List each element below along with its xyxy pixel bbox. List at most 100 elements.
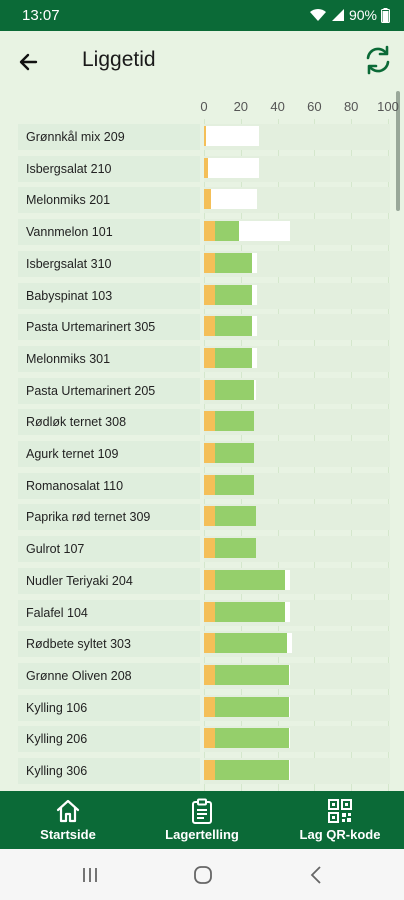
- bar-segment-2[interactable]: [215, 316, 252, 337]
- bar-segment-2[interactable]: [215, 633, 287, 654]
- bar-segment-2[interactable]: [215, 569, 285, 590]
- category-label: Nudler Teriyaki 204: [18, 567, 200, 594]
- bar-segment-2[interactable]: [215, 538, 256, 559]
- bar-segment-2[interactable]: [215, 221, 239, 242]
- bar-segment-1[interactable]: [204, 347, 216, 368]
- chart-row[interactable]: Melonmiks 301: [0, 344, 396, 374]
- bar-segment-2[interactable]: [215, 443, 254, 463]
- category-label: Melonmiks 301: [18, 345, 200, 372]
- chart-row[interactable]: Falafel 104: [0, 598, 396, 628]
- chart-row[interactable]: Paprika rød ternet 309: [0, 502, 396, 532]
- bar-segment-2[interactable]: [215, 664, 289, 685]
- bar-segment-1[interactable]: [204, 538, 216, 559]
- bar-segment-2[interactable]: [215, 506, 256, 527]
- bar-segment-1[interactable]: [204, 411, 216, 432]
- chart-row[interactable]: Rødbete syltet 303: [0, 629, 396, 659]
- chart-row[interactable]: Agurk ternet 109: [0, 439, 396, 469]
- bar-segment-1[interactable]: [204, 284, 216, 305]
- chart-row[interactable]: Gulrot 107: [0, 534, 396, 564]
- bar-segment-1[interactable]: [204, 664, 216, 685]
- chart-row[interactable]: Kylling 206: [0, 724, 396, 754]
- nav-lagertelling[interactable]: Lagertelling: [150, 791, 254, 849]
- chart-row[interactable]: Kylling 106: [0, 693, 396, 723]
- chart-row[interactable]: Babyspinat 103: [0, 281, 396, 311]
- bar-segment-3[interactable]: [238, 221, 291, 242]
- back-arrow-icon[interactable]: [14, 47, 44, 77]
- chart-row[interactable]: Kylling 306: [0, 756, 396, 786]
- bar-segment-3[interactable]: [288, 760, 291, 780]
- bar-segment-3[interactable]: [288, 664, 291, 685]
- bar-segment-1[interactable]: [204, 221, 216, 242]
- bar-segment-2[interactable]: [215, 347, 252, 368]
- bar-segment-2[interactable]: [215, 728, 289, 749]
- bar-segment-2[interactable]: [215, 760, 289, 780]
- chart-row[interactable]: Isbergsalat 210: [0, 154, 396, 184]
- bar-segment-1[interactable]: [204, 474, 216, 495]
- x-tick-label: 0: [200, 99, 208, 114]
- chart-row[interactable]: Rødløk ternet 308: [0, 407, 396, 437]
- bar-segment-1[interactable]: [204, 252, 216, 273]
- chart-row[interactable]: Vannmelon 101: [0, 217, 396, 247]
- bar-segment-1[interactable]: [204, 760, 216, 780]
- category-label: Vannmelon 101: [18, 219, 200, 246]
- category-label: Kylling 306: [18, 758, 200, 784]
- chart-row[interactable]: Nudler Teriyaki 204: [0, 566, 396, 596]
- bar-segment-3[interactable]: [205, 126, 260, 146]
- category-label: Romanosalat 110: [18, 472, 200, 499]
- page-title: Liggetid: [82, 48, 156, 71]
- nav-lag-qr-kode[interactable]: Lag QR-kode: [290, 791, 390, 849]
- bar-segment-2[interactable]: [215, 252, 252, 273]
- chart-row[interactable]: Grønnkål mix 209: [0, 122, 396, 152]
- bar-segment-1[interactable]: [204, 633, 216, 654]
- liggetid-chart[interactable]: 0 20 40 60 80 100 Grønnkål mix 209 Isbergsalat …: [0, 91, 404, 791]
- bar-segment-2[interactable]: [215, 601, 285, 622]
- bar-segment-3[interactable]: [251, 316, 258, 337]
- bar-segment-1[interactable]: [204, 189, 212, 210]
- bar-segment-1[interactable]: [204, 443, 216, 463]
- category-label: Isbergsalat 210: [18, 155, 200, 182]
- home-circle-icon[interactable]: [193, 865, 213, 885]
- category-label: Rødløk ternet 308: [18, 409, 200, 436]
- bar-segment-3[interactable]: [284, 601, 291, 622]
- bar-segment-1[interactable]: [204, 569, 216, 590]
- recent-apps-icon[interactable]: [80, 866, 100, 884]
- bar-segment-3[interactable]: [251, 284, 258, 305]
- bar-segment-3[interactable]: [251, 347, 258, 368]
- category-label: Falafel 104: [18, 599, 200, 626]
- nav-lag-qr-kode-label: Lag QR-kode: [299, 827, 381, 842]
- chart-row[interactable]: Melonmiks 201: [0, 185, 396, 215]
- category-label: Pasta Urtemarinert 305: [18, 314, 200, 341]
- category-label: Grønnkål mix 209: [18, 124, 200, 150]
- nav-startside[interactable]: Startside: [20, 791, 116, 849]
- bar-segment-2[interactable]: [215, 379, 254, 400]
- bar-segment-1[interactable]: [204, 601, 216, 622]
- bar-segment-2[interactable]: [215, 696, 289, 717]
- bar-segment-3[interactable]: [207, 157, 260, 178]
- category-label: Babyspinat 103: [18, 282, 200, 309]
- bar-segment-3[interactable]: [253, 379, 256, 400]
- category-label: Grønne Oliven 208: [18, 662, 200, 689]
- bar-segment-3[interactable]: [288, 728, 291, 749]
- bar-segment-1[interactable]: [204, 379, 216, 400]
- chart-row[interactable]: Pasta Urtemarinert 205: [0, 376, 396, 406]
- bar-segment-2[interactable]: [215, 474, 254, 495]
- chart-row[interactable]: Grønne Oliven 208: [0, 661, 396, 691]
- status-bar: 13:07 90%: [0, 0, 404, 31]
- bar-segment-3[interactable]: [284, 569, 291, 590]
- refresh-icon[interactable]: [362, 44, 394, 76]
- bar-segment-2[interactable]: [215, 411, 254, 432]
- chart-row[interactable]: Pasta Urtemarinert 305: [0, 312, 396, 342]
- bar-segment-3[interactable]: [288, 696, 291, 717]
- bar-segment-1[interactable]: [204, 506, 216, 527]
- category-label: Kylling 206: [18, 726, 200, 753]
- bar-segment-1[interactable]: [204, 728, 216, 749]
- bar-segment-3[interactable]: [286, 633, 293, 654]
- bar-segment-3[interactable]: [211, 189, 258, 210]
- bar-segment-1[interactable]: [204, 316, 216, 337]
- system-back-icon[interactable]: [308, 865, 324, 885]
- bar-segment-1[interactable]: [204, 696, 216, 717]
- chart-row[interactable]: Romanosalat 110: [0, 471, 396, 501]
- chart-row[interactable]: Isbergsalat 310: [0, 249, 396, 279]
- bar-segment-2[interactable]: [215, 284, 252, 305]
- bar-segment-3[interactable]: [251, 252, 258, 273]
